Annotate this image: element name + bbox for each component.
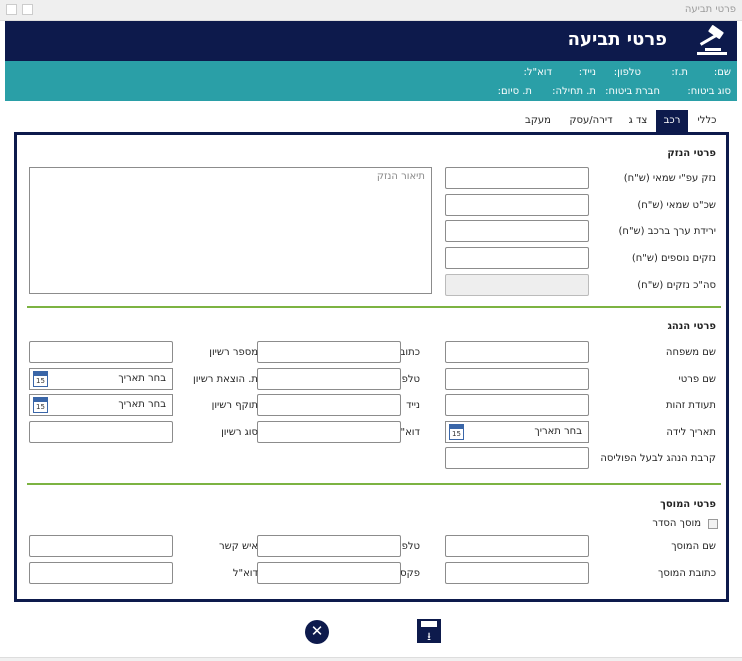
info-mobile-label: נייד:: [578, 67, 596, 78]
damage-section-title: פרטי הנזק: [667, 148, 716, 159]
info-end-date-label: ת. סיום:: [497, 86, 532, 97]
damage-description-placeholder: תיאור הנזק: [376, 171, 425, 182]
garage-name-label: שם המוסך: [671, 541, 716, 552]
approved-garage-checkbox[interactable]: [708, 519, 718, 529]
info-email-label: דוא"ל:: [523, 67, 552, 78]
driver-mobile-input[interactable]: [257, 394, 401, 416]
garage-contact-label: איש קשר: [218, 541, 258, 552]
id-number-input[interactable]: [445, 394, 589, 416]
vehicle-tab-panel: פרטי הנזק נזק עפ"י שמאי (ש"ח) שכ"ט שמאי …: [14, 132, 729, 602]
tab-home-business[interactable]: דירה/עסק: [562, 110, 620, 132]
section-divider: [27, 483, 721, 485]
driver-mobile-label: נייד: [406, 400, 420, 411]
save-icon-slot: [421, 621, 437, 627]
license-issue-date-value: בחר תאריך: [118, 373, 166, 384]
appraiser-damage-label: נזק עפ"י שמאי (ש"ח): [623, 173, 716, 184]
gavel-icon: [697, 25, 727, 55]
info-id-label: ת.ז:: [671, 67, 688, 78]
total-damage-label: סה"כ נזקים (ש"ח): [637, 280, 716, 291]
calendar-icon[interactable]: 15: [33, 397, 48, 413]
calendar-icon[interactable]: 15: [33, 371, 48, 387]
garage-email-input[interactable]: [29, 562, 173, 584]
info-name-label: שם:: [713, 67, 731, 78]
tab-vehicle[interactable]: רכב: [656, 110, 688, 132]
license-number-label: מספר רשיון: [209, 347, 258, 358]
appraiser-fee-label: שכ"ט שמאי (ש"ח): [637, 200, 716, 211]
driver-phone-input[interactable]: [257, 368, 401, 390]
window-minimize-button[interactable]: [22, 4, 33, 15]
save-button[interactable]: ⭳: [417, 619, 441, 643]
additional-damage-input[interactable]: [445, 247, 589, 269]
window-title: פרטי תביעה: [684, 4, 736, 15]
driver-relation-input[interactable]: [445, 447, 589, 469]
page-header: פרטי תביעה: [5, 21, 737, 61]
info-phone-label: טלפון:: [613, 67, 641, 78]
garage-address-input[interactable]: [445, 562, 589, 584]
window-bottom-edge: [0, 657, 742, 661]
license-expiry-date-value: בחר תאריך: [118, 399, 166, 410]
appraiser-damage-input[interactable]: [445, 167, 589, 189]
garage-name-input[interactable]: [445, 535, 589, 557]
additional-damage-label: נזקים נוספים (ש"ח): [631, 253, 716, 264]
depreciation-input[interactable]: [445, 220, 589, 242]
driver-email-input[interactable]: [257, 421, 401, 443]
calendar-icon[interactable]: 15: [449, 424, 464, 440]
first-name-input[interactable]: [445, 368, 589, 390]
approved-garage-label: מוסך הסדר: [652, 518, 701, 529]
info-insurance-type-label: סוג ביטוח:: [687, 86, 731, 97]
license-number-input[interactable]: [29, 341, 173, 363]
birth-date-label: תאריך לידה: [666, 427, 716, 438]
total-damage-input: [445, 274, 589, 296]
garage-section-title: פרטי המוסך: [660, 499, 716, 510]
id-number-label: תעודת זהות: [665, 400, 716, 411]
garage-email-label: דוא"ל: [232, 568, 258, 579]
garage-fax-label: פקס: [400, 568, 420, 579]
garage-phone-input[interactable]: [257, 535, 401, 557]
driver-relation-label: קרבת הנהג לבעל הפוליסה: [600, 453, 716, 464]
page-title: פרטי תביעה: [567, 29, 667, 50]
tab-third-party[interactable]: צד ג: [622, 110, 654, 132]
tab-follow-up[interactable]: מעקב: [516, 110, 560, 132]
license-issue-date-picker[interactable]: בחר תאריך 15: [29, 368, 173, 390]
last-name-label: שם משפחה: [665, 347, 716, 358]
section-divider: [27, 306, 721, 308]
close-icon: ✕: [310, 622, 324, 640]
garage-address-label: כתובת המוסך: [657, 568, 716, 579]
damage-description-textarea[interactable]: תיאור הנזק: [29, 167, 432, 294]
info-insurance-company-label: חברת ביטוח:: [605, 86, 660, 97]
tab-general[interactable]: כללי: [689, 110, 725, 132]
first-name-label: שם פרטי: [678, 374, 716, 385]
birth-date-picker[interactable]: בחר תאריך 15: [445, 421, 589, 443]
appraiser-fee-input[interactable]: [445, 194, 589, 216]
license-type-input[interactable]: [29, 421, 173, 443]
policy-info-bar: שם: ת.ז: טלפון: נייד: דוא"ל: סוג ביטוח: …: [5, 61, 737, 101]
garage-contact-input[interactable]: [29, 535, 173, 557]
last-name-input[interactable]: [445, 341, 589, 363]
window-titlebar: פרטי תביעה: [0, 0, 742, 21]
license-type-label: סוג רשיון: [221, 427, 258, 438]
save-icon: ⭳: [427, 630, 431, 643]
window-close-button[interactable]: [6, 4, 17, 15]
garage-fax-input[interactable]: [257, 562, 401, 584]
license-issue-date-label: ת. הוצאת רשיון: [193, 374, 258, 385]
driver-section-title: פרטי הנהג: [667, 321, 716, 332]
birth-date-value: בחר תאריך: [534, 426, 582, 437]
close-button[interactable]: ✕: [305, 620, 329, 644]
info-start-date-label: ת. תחילה:: [552, 86, 596, 97]
license-expiry-label: תוקף רשיון: [211, 400, 258, 411]
license-expiry-date-picker[interactable]: בחר תאריך 15: [29, 394, 173, 416]
address-input[interactable]: [257, 341, 401, 363]
depreciation-label: ירידת ערך ברכב (ש"ח): [618, 226, 716, 237]
